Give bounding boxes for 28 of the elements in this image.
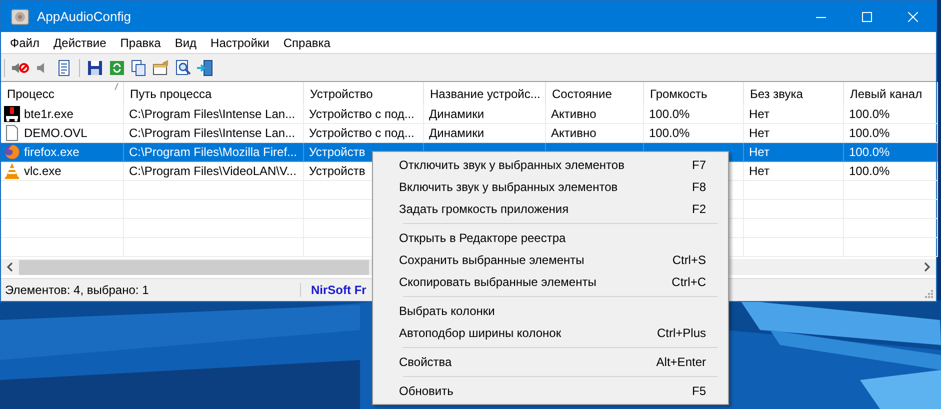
table-cell: Динамики bbox=[429, 107, 484, 121]
table-cell: 100.0% bbox=[649, 126, 690, 140]
table-cell: Нет bbox=[749, 126, 770, 140]
table-cell: C:\Program Files\Intense Lan... bbox=[129, 126, 296, 140]
table-cell: 100.0% bbox=[849, 164, 890, 178]
table-cell: DEMO.OVL bbox=[24, 126, 88, 140]
window-title: AppAudioConfig bbox=[37, 9, 131, 24]
table-cell: Активно bbox=[551, 107, 596, 121]
table-cell: C:\Program Files\Mozilla Firef... bbox=[129, 145, 298, 159]
table-cell: Нет bbox=[749, 164, 770, 178]
table-cell: Устройств bbox=[309, 145, 366, 159]
table-cell: C:\Program Files\Intense Lan... bbox=[129, 107, 296, 121]
table-cell: 100.0% bbox=[849, 145, 890, 159]
table-cell: 100.0% bbox=[849, 126, 890, 140]
table-cell: Динамики bbox=[429, 126, 484, 140]
table-cell: bte1r.exe bbox=[24, 107, 74, 121]
table-cell: vlc.exe bbox=[24, 164, 62, 178]
table-cell: firefox.exe bbox=[24, 145, 80, 159]
table-cell: Нет bbox=[749, 145, 770, 159]
status-text: Элементов: 4, выбрано: 1 bbox=[1, 283, 301, 297]
table-cell: Нет bbox=[749, 107, 770, 121]
table-cell: Устройство с под... bbox=[309, 107, 414, 121]
table-cell: 100.0% bbox=[649, 107, 690, 121]
table-cell: 100.0% bbox=[849, 107, 890, 121]
table-cell: C:\Program Files\VideoLAN\V... bbox=[129, 164, 296, 178]
table-cell: Устройство с под... bbox=[309, 126, 414, 140]
table-cell: Активно bbox=[551, 126, 596, 140]
table-cell: Устройств bbox=[309, 164, 366, 178]
